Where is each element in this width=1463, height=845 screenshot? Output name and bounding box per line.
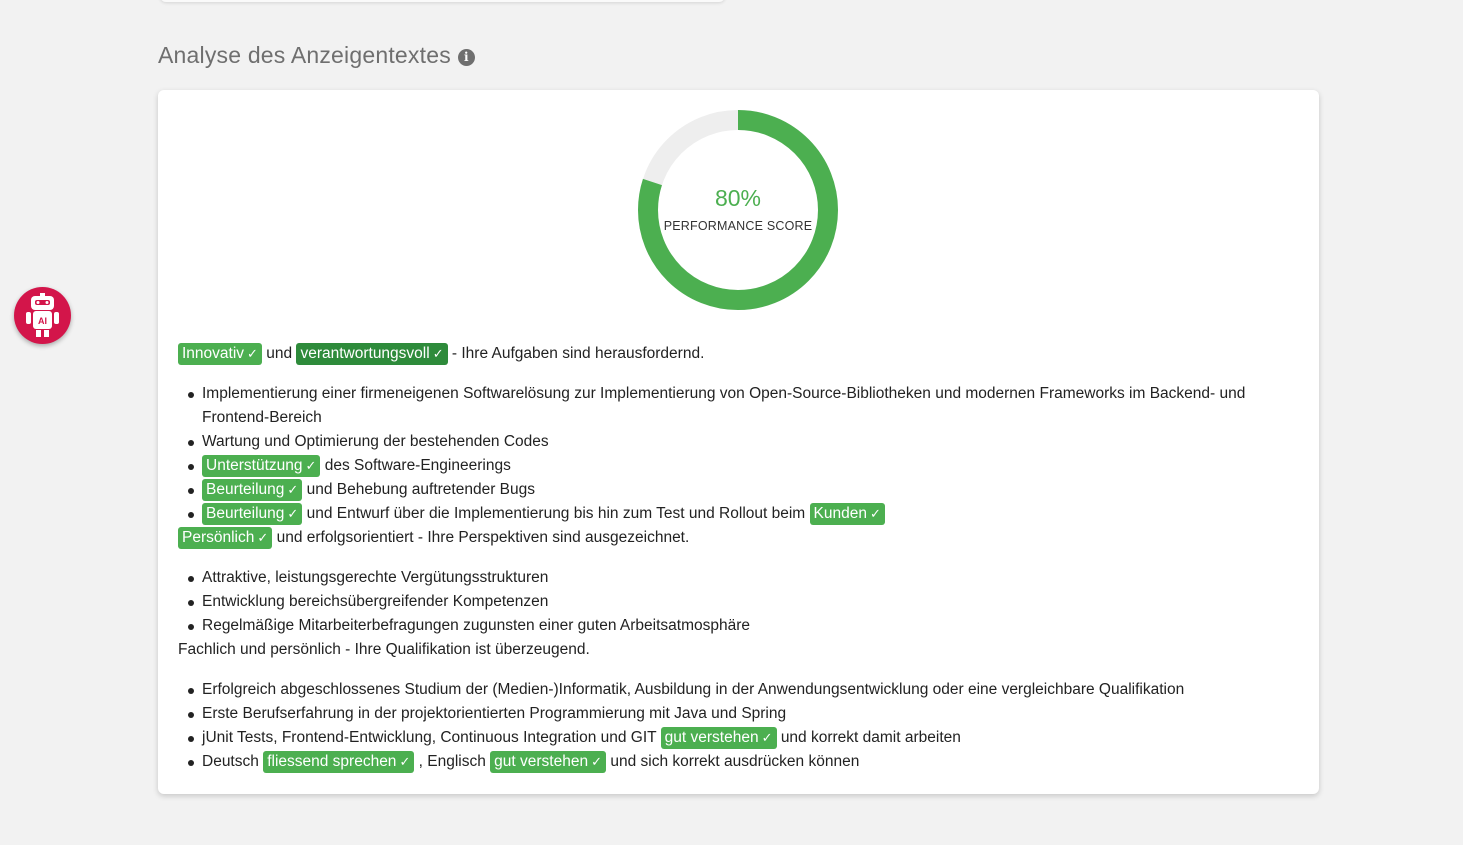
keyword-tag[interactable]: gut verstehen ✓ (660, 727, 777, 749)
previous-card-edge (160, 0, 725, 2)
check-icon: ✓ (257, 530, 269, 545)
keyword-tag[interactable]: fliessend sprechen ✓ (263, 751, 415, 773)
check-icon: ✓ (432, 346, 444, 361)
list-item: Wartung und Optimierung der bestehenden … (178, 430, 1303, 454)
check-icon: ✓ (247, 346, 258, 361)
keyword-tag[interactable]: Persönlich ✓ (178, 527, 273, 549)
intro-text: - Ihre Aufgaben sind herausfordernd. (451, 345, 705, 362)
ad-text-analysis: Innovativ ✓ und verantwortungsvoll ✓ - Ihr… (178, 342, 1303, 774)
check-icon: ✓ (869, 506, 881, 521)
keyword-tag-active[interactable]: verantwortungsvoll ✓ (296, 343, 448, 365)
check-icon: ✓ (399, 754, 411, 769)
keyword-tag[interactable]: Beurteilung ✓ (202, 479, 303, 501)
gauge-label: PERFORMANCE SCORE (663, 219, 813, 233)
tasks-list: Implementierung einer firmeneigenen Soft… (178, 382, 1303, 526)
section-title: Analyse des Anzeigentextes (158, 42, 451, 68)
benefits-list: Attraktive, leistungsgerechte Vergütungs… (178, 566, 1303, 638)
check-icon: ✓ (287, 482, 299, 497)
keyword-tag[interactable]: gut verstehen ✓ (490, 751, 607, 773)
intro-qualifications: Fachlich und persönlich - Ihre Qualifika… (178, 641, 590, 658)
analysis-card: 80% PERFORMANCE SCORE Innovativ ✓ und ver… (158, 90, 1319, 794)
section-heading: Analyse des Anzeigentextes i (158, 42, 475, 69)
robot-icon: AI (26, 293, 59, 337)
list-item: jUnit Tests, Frontend-Entwicklung, Conti… (178, 726, 1303, 750)
list-item: Regelmäßige Mitarbeiterbefragungen zugun… (178, 614, 1303, 638)
intro-responsibilities: Innovativ ✓ und verantwortungsvoll ✓ - Ihr… (178, 342, 1303, 366)
list-item: Erste Berufserfahrung in der projektorie… (178, 702, 1303, 726)
keyword-tag[interactable]: Innovativ ✓ (178, 343, 262, 365)
list-item: Beurteilung ✓ und Behebung auftretender B… (178, 478, 1303, 502)
keyword-tag[interactable]: Beurteilung ✓ (202, 503, 303, 525)
list-item: Beurteilung ✓ und Entwurf über die Implem… (178, 502, 1303, 526)
connector-text: und (266, 345, 293, 362)
ai-assistant-button[interactable]: AI (14, 287, 71, 344)
info-icon[interactable]: i (457, 48, 475, 66)
check-icon: ✓ (761, 730, 773, 745)
list-item: Erfolgreich abgeschlossenes Studium der … (178, 678, 1303, 702)
intro-benefits: Persönlich ✓ und erfolgsorientiert - Ihre… (178, 526, 1303, 550)
check-icon: ✓ (591, 754, 603, 769)
check-icon: ✓ (287, 506, 299, 521)
gauge-value: 80% (714, 185, 762, 211)
list-item: Unterstützung ✓ des Software-Engineerings (178, 454, 1303, 478)
performance-gauge: 80% PERFORMANCE SCORE (637, 109, 839, 311)
robot-label: AI (38, 316, 47, 326)
list-item: Deutsch fliessend sprechen ✓ , Englisch g… (178, 750, 1303, 774)
list-item: Implementierung einer firmeneigenen Soft… (178, 382, 1303, 430)
keyword-tag[interactable]: Kunden ✓ (809, 503, 885, 525)
keyword-tag[interactable]: Unterstützung ✓ (202, 455, 321, 477)
list-item: Attraktive, leistungsgerechte Vergütungs… (178, 566, 1303, 590)
list-item: Entwicklung bereichsübergreifender Kompe… (178, 590, 1303, 614)
check-icon: ✓ (305, 458, 317, 473)
qualifications-list: Erfolgreich abgeschlossenes Studium der … (178, 678, 1303, 774)
